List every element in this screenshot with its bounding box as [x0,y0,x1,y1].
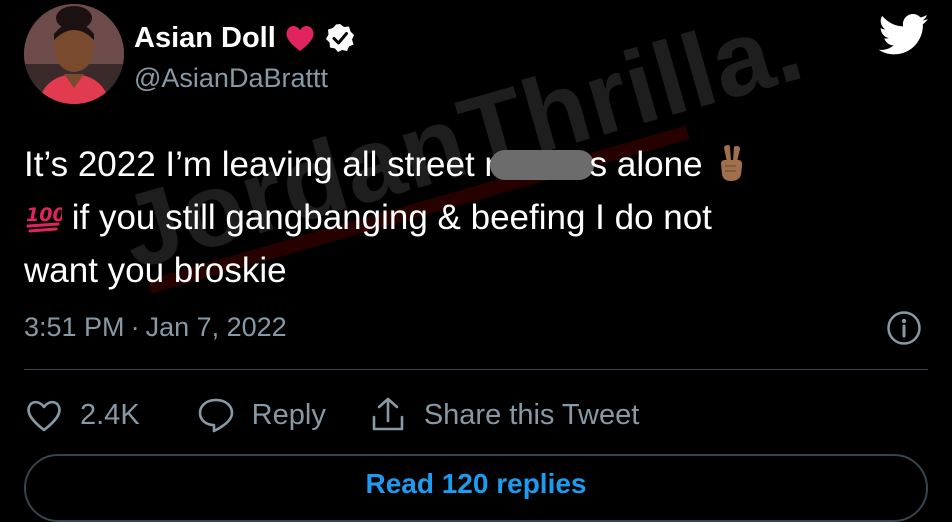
read-replies-button[interactable]: Read 120 replies [24,454,928,522]
tweet-text-segment: s alone [589,145,703,184]
display-name[interactable]: Asian Doll [134,21,276,55]
tweet-actions: 2.4K Reply Share this Tweet [24,390,639,440]
timestamp-separator: · [130,312,140,342]
victory-hand-icon [712,144,750,182]
tweet-text-segment: It’s 2022 I’m leaving all street ni [24,145,512,184]
tweet-line-3: want you broskie [24,251,287,290]
tweet-timestamp[interactable]: 3:51 PM · Jan 7, 2022 [24,309,287,345]
avatar[interactable] [24,4,124,104]
share-upload-icon [368,395,408,435]
tweet-time: 3:51 PM [24,312,125,342]
reply-bubble-icon [196,395,236,435]
like-button[interactable]: 2.4K [24,395,140,435]
tweet-line-2: 100 if you still gangbanging & beefing I… [24,191,924,244]
hundred-points-icon: 100 [24,197,66,235]
censor-blur [489,150,594,180]
heart-outline-icon [24,395,64,435]
tweet-body: It’s 2022 I’m leaving all street ni s alo… [24,138,924,297]
read-replies-label: Read 120 replies [365,468,587,499]
tweet-date: Jan 7, 2022 [145,312,287,342]
tweet-card: JordanThrilla. Asian Doll @AsianDaBrattt… [0,0,952,522]
verified-badge-icon [324,22,356,54]
reply-button[interactable]: Reply [196,395,326,435]
red-heart-icon [284,22,316,54]
divider [24,369,928,370]
avatar-image [24,4,124,104]
user-name-row: Asian Doll [134,20,356,56]
tweet-line-1: It’s 2022 I’m leaving all street ni s alo… [24,138,924,191]
share-button[interactable]: Share this Tweet [368,395,639,435]
info-icon[interactable] [886,310,922,346]
share-label: Share this Tweet [423,399,640,431]
tweet-text-segment: if you still gangbanging & beefing I do … [62,198,712,237]
reply-label: Reply [251,399,326,431]
user-handle[interactable]: @AsianDaBrattt [134,62,328,94]
twitter-bird-icon[interactable] [878,14,930,56]
like-count: 2.4K [80,399,140,431]
